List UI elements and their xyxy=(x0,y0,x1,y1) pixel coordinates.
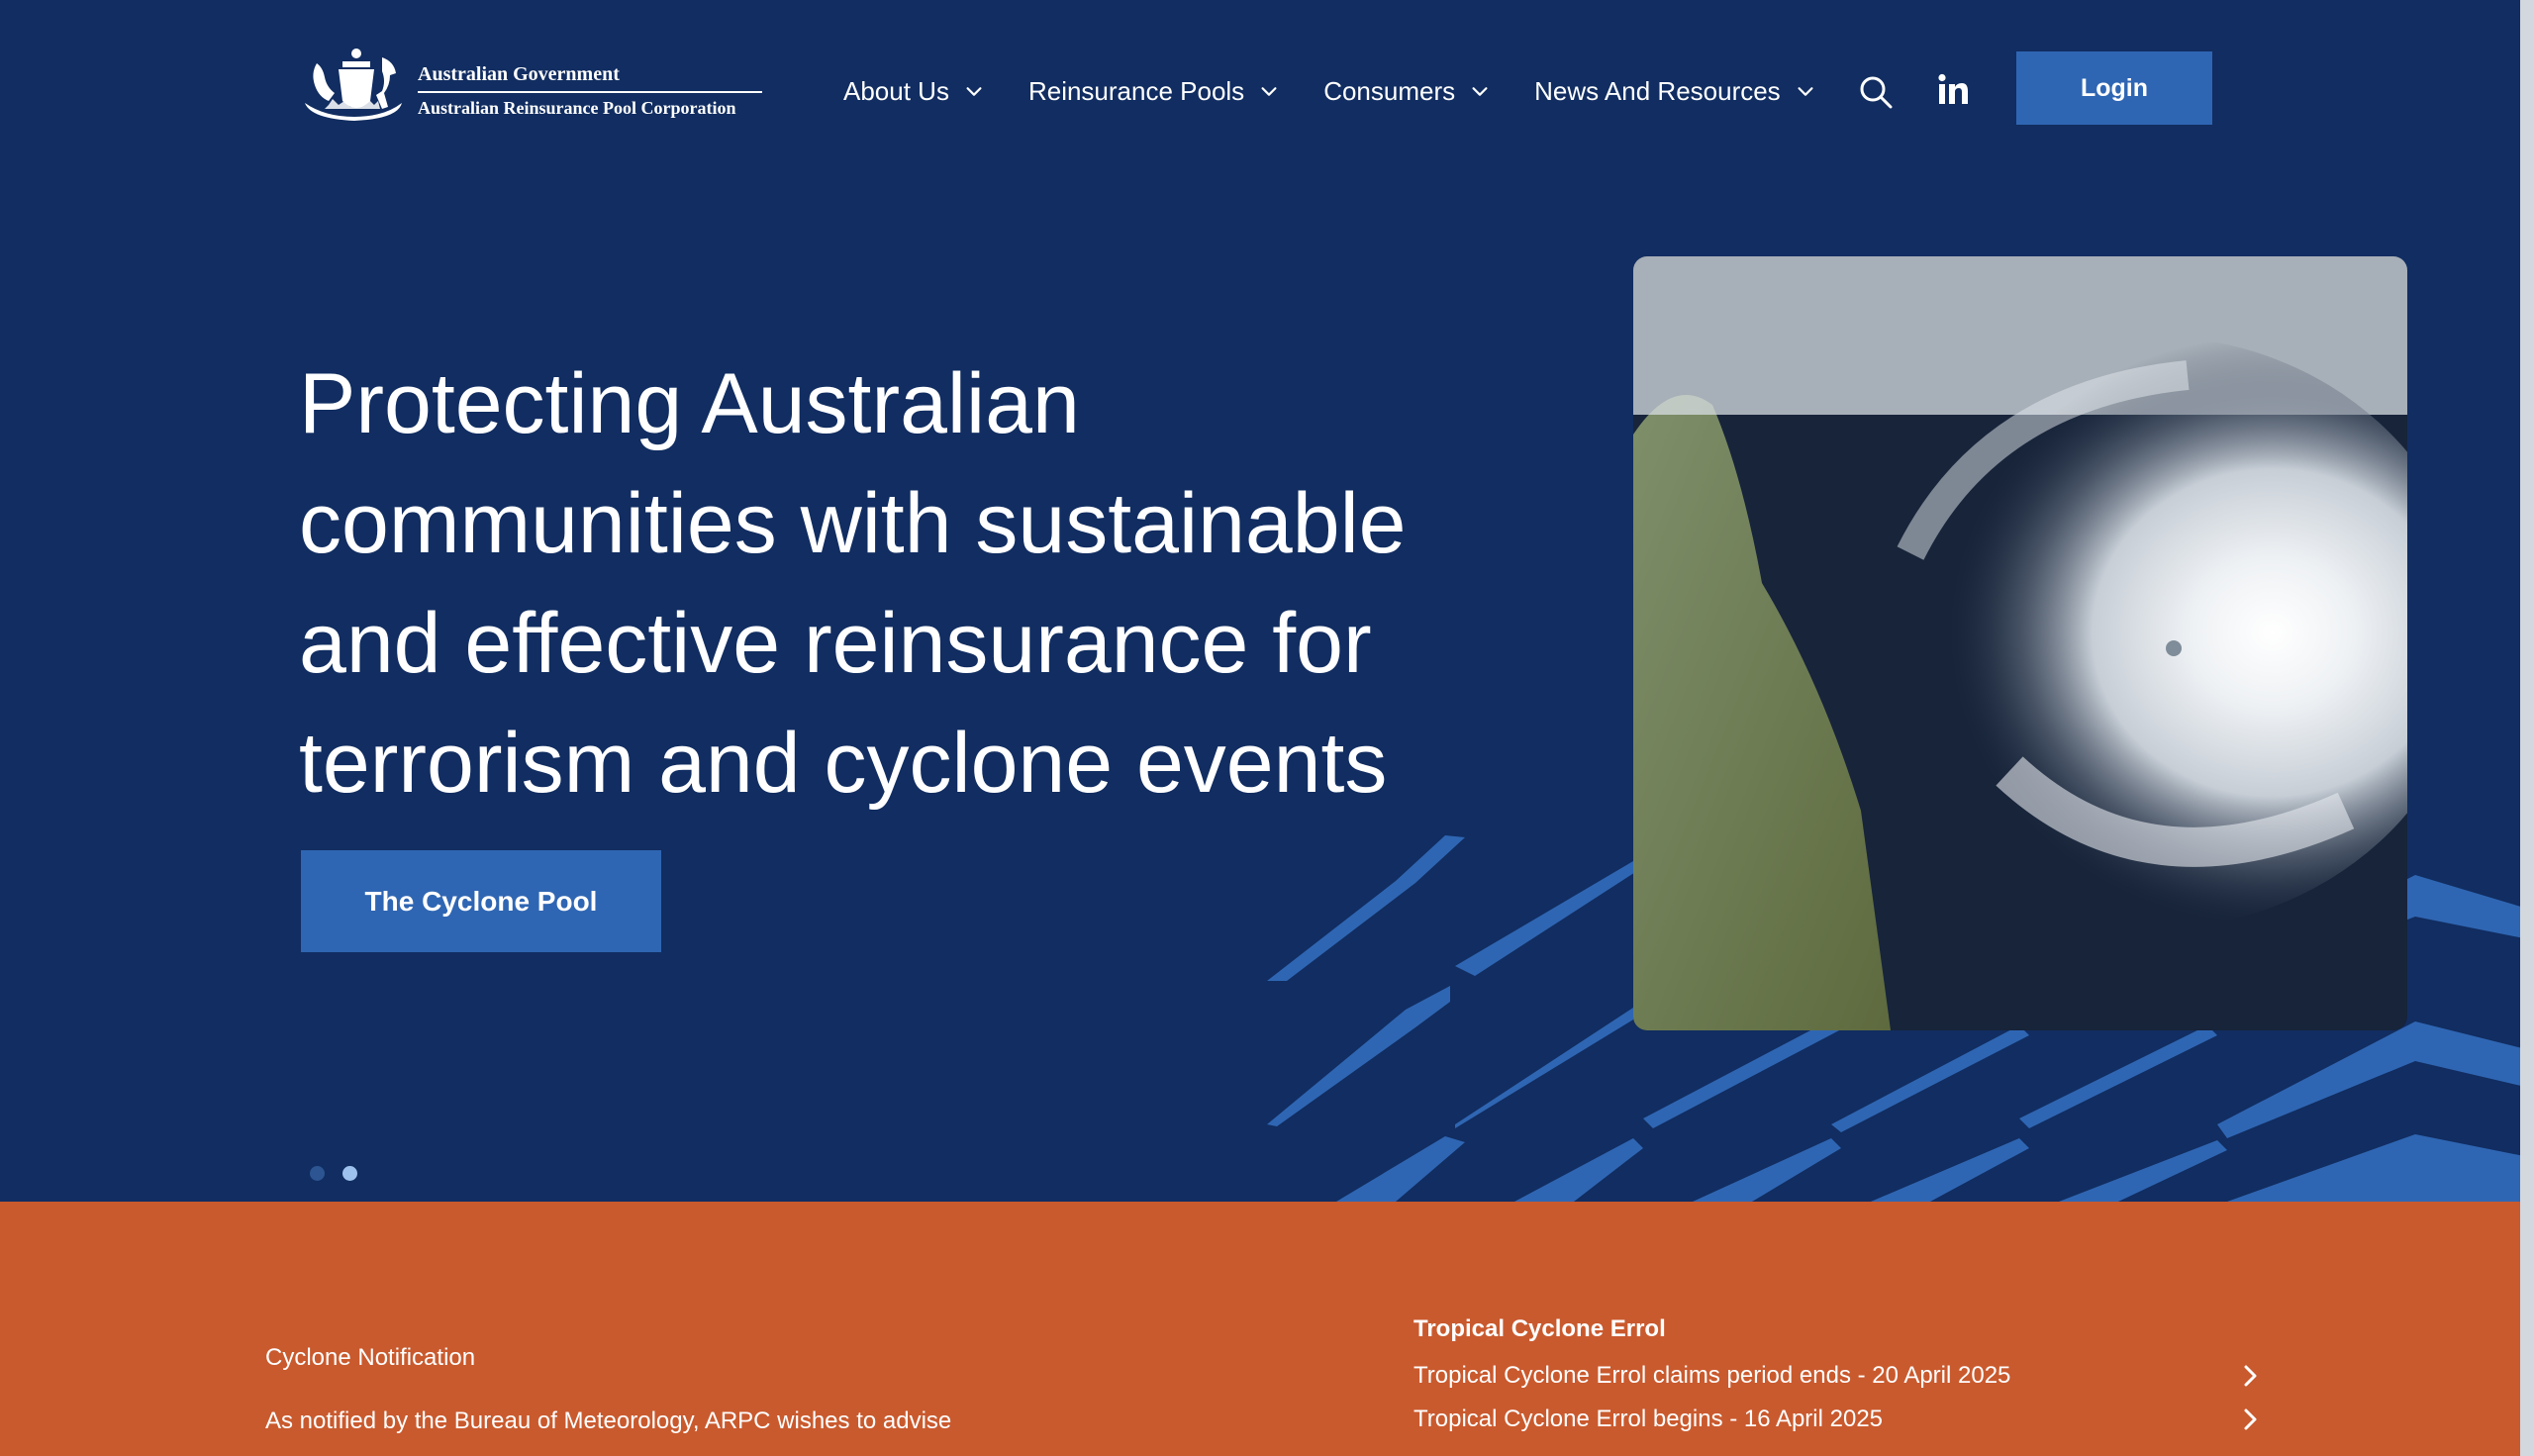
chevron-right-icon xyxy=(2244,1365,2257,1387)
arpc-logo[interactable]: Australian Government Australian Reinsur… xyxy=(299,44,762,127)
logo-line-government: Australian Government xyxy=(418,63,620,85)
notice-text: As notified by the Bureau of Meteorology… xyxy=(265,1407,952,1434)
nav-about-us-label: About Us xyxy=(843,75,949,106)
nav-about-us[interactable]: About Us xyxy=(843,76,985,107)
event-link-cyclone-begins[interactable]: Tropical Cyclone Errol begins - 16 April… xyxy=(1413,1402,2263,1437)
hero-section: Australian Government Australian Reinsur… xyxy=(0,0,2534,1202)
notice-label: Cyclone Notification xyxy=(265,1344,476,1371)
slider-dots xyxy=(310,1166,375,1181)
events-title: Tropical Cyclone Errol xyxy=(1413,1315,1666,1342)
cyclone-pool-button[interactable]: The Cyclone Pool xyxy=(301,850,661,952)
hero-title: Protecting Australian communities with s… xyxy=(299,356,1407,811)
event-label: Tropical Cyclone Errol begins - 16 April… xyxy=(1413,1406,1884,1432)
chevron-down-icon xyxy=(1261,87,1277,96)
slide-dot-1[interactable] xyxy=(310,1166,325,1181)
cyclone-notice-band: Cyclone Notification As notified by the … xyxy=(0,1202,2534,1456)
logo-divider xyxy=(418,91,762,93)
login-button[interactable]: Login xyxy=(2016,51,2212,125)
nav-news-and-resources-label: News And Resources xyxy=(1534,75,1781,106)
event-label: Tropical Cyclone Errol claims period end… xyxy=(1413,1362,2011,1389)
chevron-down-icon xyxy=(1798,87,1813,96)
linkedin-icon[interactable] xyxy=(1938,73,1968,105)
nav-news-and-resources[interactable]: News And Resources xyxy=(1534,76,1816,107)
search-icon[interactable] xyxy=(1857,73,1895,111)
chevron-down-icon xyxy=(1472,87,1488,96)
nav-consumers[interactable]: Consumers xyxy=(1323,76,1491,107)
window-edge xyxy=(2520,0,2534,1456)
logo-line-corporation: Australian Reinsurance Pool Corporation xyxy=(418,98,736,118)
main-nav: About Us Reinsurance Pools Consumers New… xyxy=(843,71,1860,111)
cyclone-satellite-image xyxy=(1633,256,2407,1030)
nav-consumers-label: Consumers xyxy=(1323,75,1456,106)
chevron-right-icon xyxy=(2244,1408,2257,1430)
coat-of-arms-icon xyxy=(305,49,402,121)
chevron-down-icon xyxy=(966,87,982,96)
event-link-claims-period-ends[interactable]: Tropical Cyclone Errol claims period end… xyxy=(1413,1358,2263,1394)
nav-reinsurance-pools[interactable]: Reinsurance Pools xyxy=(1028,76,1280,107)
nav-reinsurance-pools-label: Reinsurance Pools xyxy=(1027,75,1245,106)
slide-dot-2[interactable] xyxy=(342,1166,357,1181)
